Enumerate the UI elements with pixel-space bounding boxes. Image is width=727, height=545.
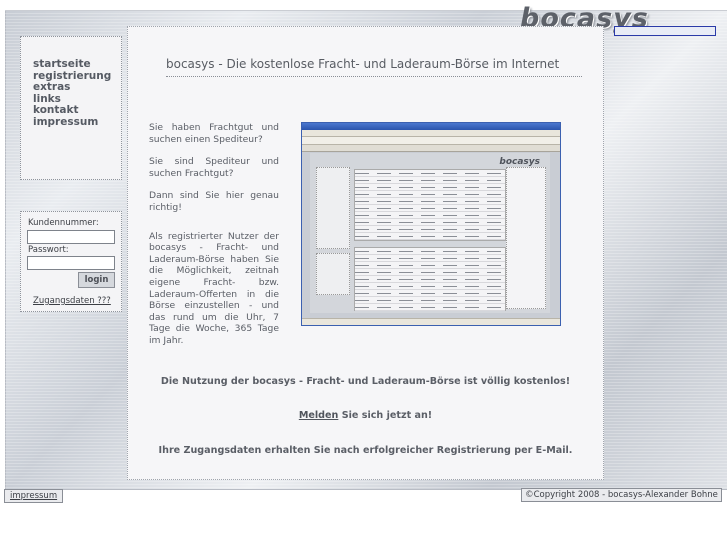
intro-paragraph: Sie haben Frachtgut und suchen einen Spe…	[149, 122, 279, 145]
header-search-box[interactable]	[614, 26, 716, 36]
signup-text: Sie sich jetzt an!	[338, 410, 433, 421]
preview-freight-table	[354, 169, 506, 241]
main-navigation: startseite registrierung extras links ko…	[20, 36, 122, 180]
customer-number-label: Kundennummer:	[28, 218, 99, 228]
app-preview-screenshot: bocasys	[301, 122, 561, 326]
password-input[interactable]	[27, 256, 115, 270]
preview-sidebar	[316, 167, 350, 249]
intro-text: Sie haben Frachtgut und suchen einen Spe…	[149, 122, 279, 358]
footer-impressum-link[interactable]: impressum	[4, 489, 64, 503]
preview-login-box	[316, 253, 350, 295]
footer-copyright: ©Copyright 2008 - bocasys-Alexander Bohn…	[521, 488, 722, 502]
nav-item-startseite[interactable]: startseite	[33, 58, 121, 71]
preview-page: bocasys	[310, 153, 550, 313]
nav-item-impressum[interactable]: impressum	[33, 116, 121, 129]
login-button[interactable]: login	[78, 272, 115, 288]
preview-cargo-table	[354, 247, 506, 311]
access-data-link[interactable]: Zugangsdaten ???	[33, 296, 111, 306]
preview-statusbar	[302, 318, 560, 325]
email-notice: Ihre Zugangsdaten erhalten Sie nach erfo…	[158, 445, 573, 456]
preview-tabbar	[302, 145, 560, 152]
customer-number-input[interactable]	[27, 230, 115, 244]
preview-titlebar	[302, 123, 560, 130]
free-usage-notice: Die Nutzung der bocasys - Fracht- und La…	[160, 376, 571, 387]
preview-info-column	[506, 167, 546, 309]
preview-menubar	[302, 130, 560, 137]
preview-logo: bocasys	[499, 157, 540, 167]
password-label: Passwort:	[28, 245, 69, 255]
preview-addressbar	[302, 137, 560, 145]
main-content: bocasys - Die kostenlose Fracht- und Lad…	[127, 26, 604, 480]
login-box: Kundennummer: Passwort: login Zugangsdat…	[20, 211, 122, 312]
intro-paragraph: Als registrierter Nutzer der bocasys - F…	[149, 230, 279, 346]
intro-paragraph: Dann sind Sie hier genau richtig!	[149, 190, 279, 213]
page-title: bocasys - Die kostenlose Fracht- und Lad…	[166, 57, 582, 77]
signup-link[interactable]: Melden	[299, 410, 339, 421]
signup-line: Melden Sie sich jetzt an!	[128, 410, 603, 421]
intro-paragraph: Sie sind Spediteur und suchen Frachtgut?	[149, 156, 279, 179]
